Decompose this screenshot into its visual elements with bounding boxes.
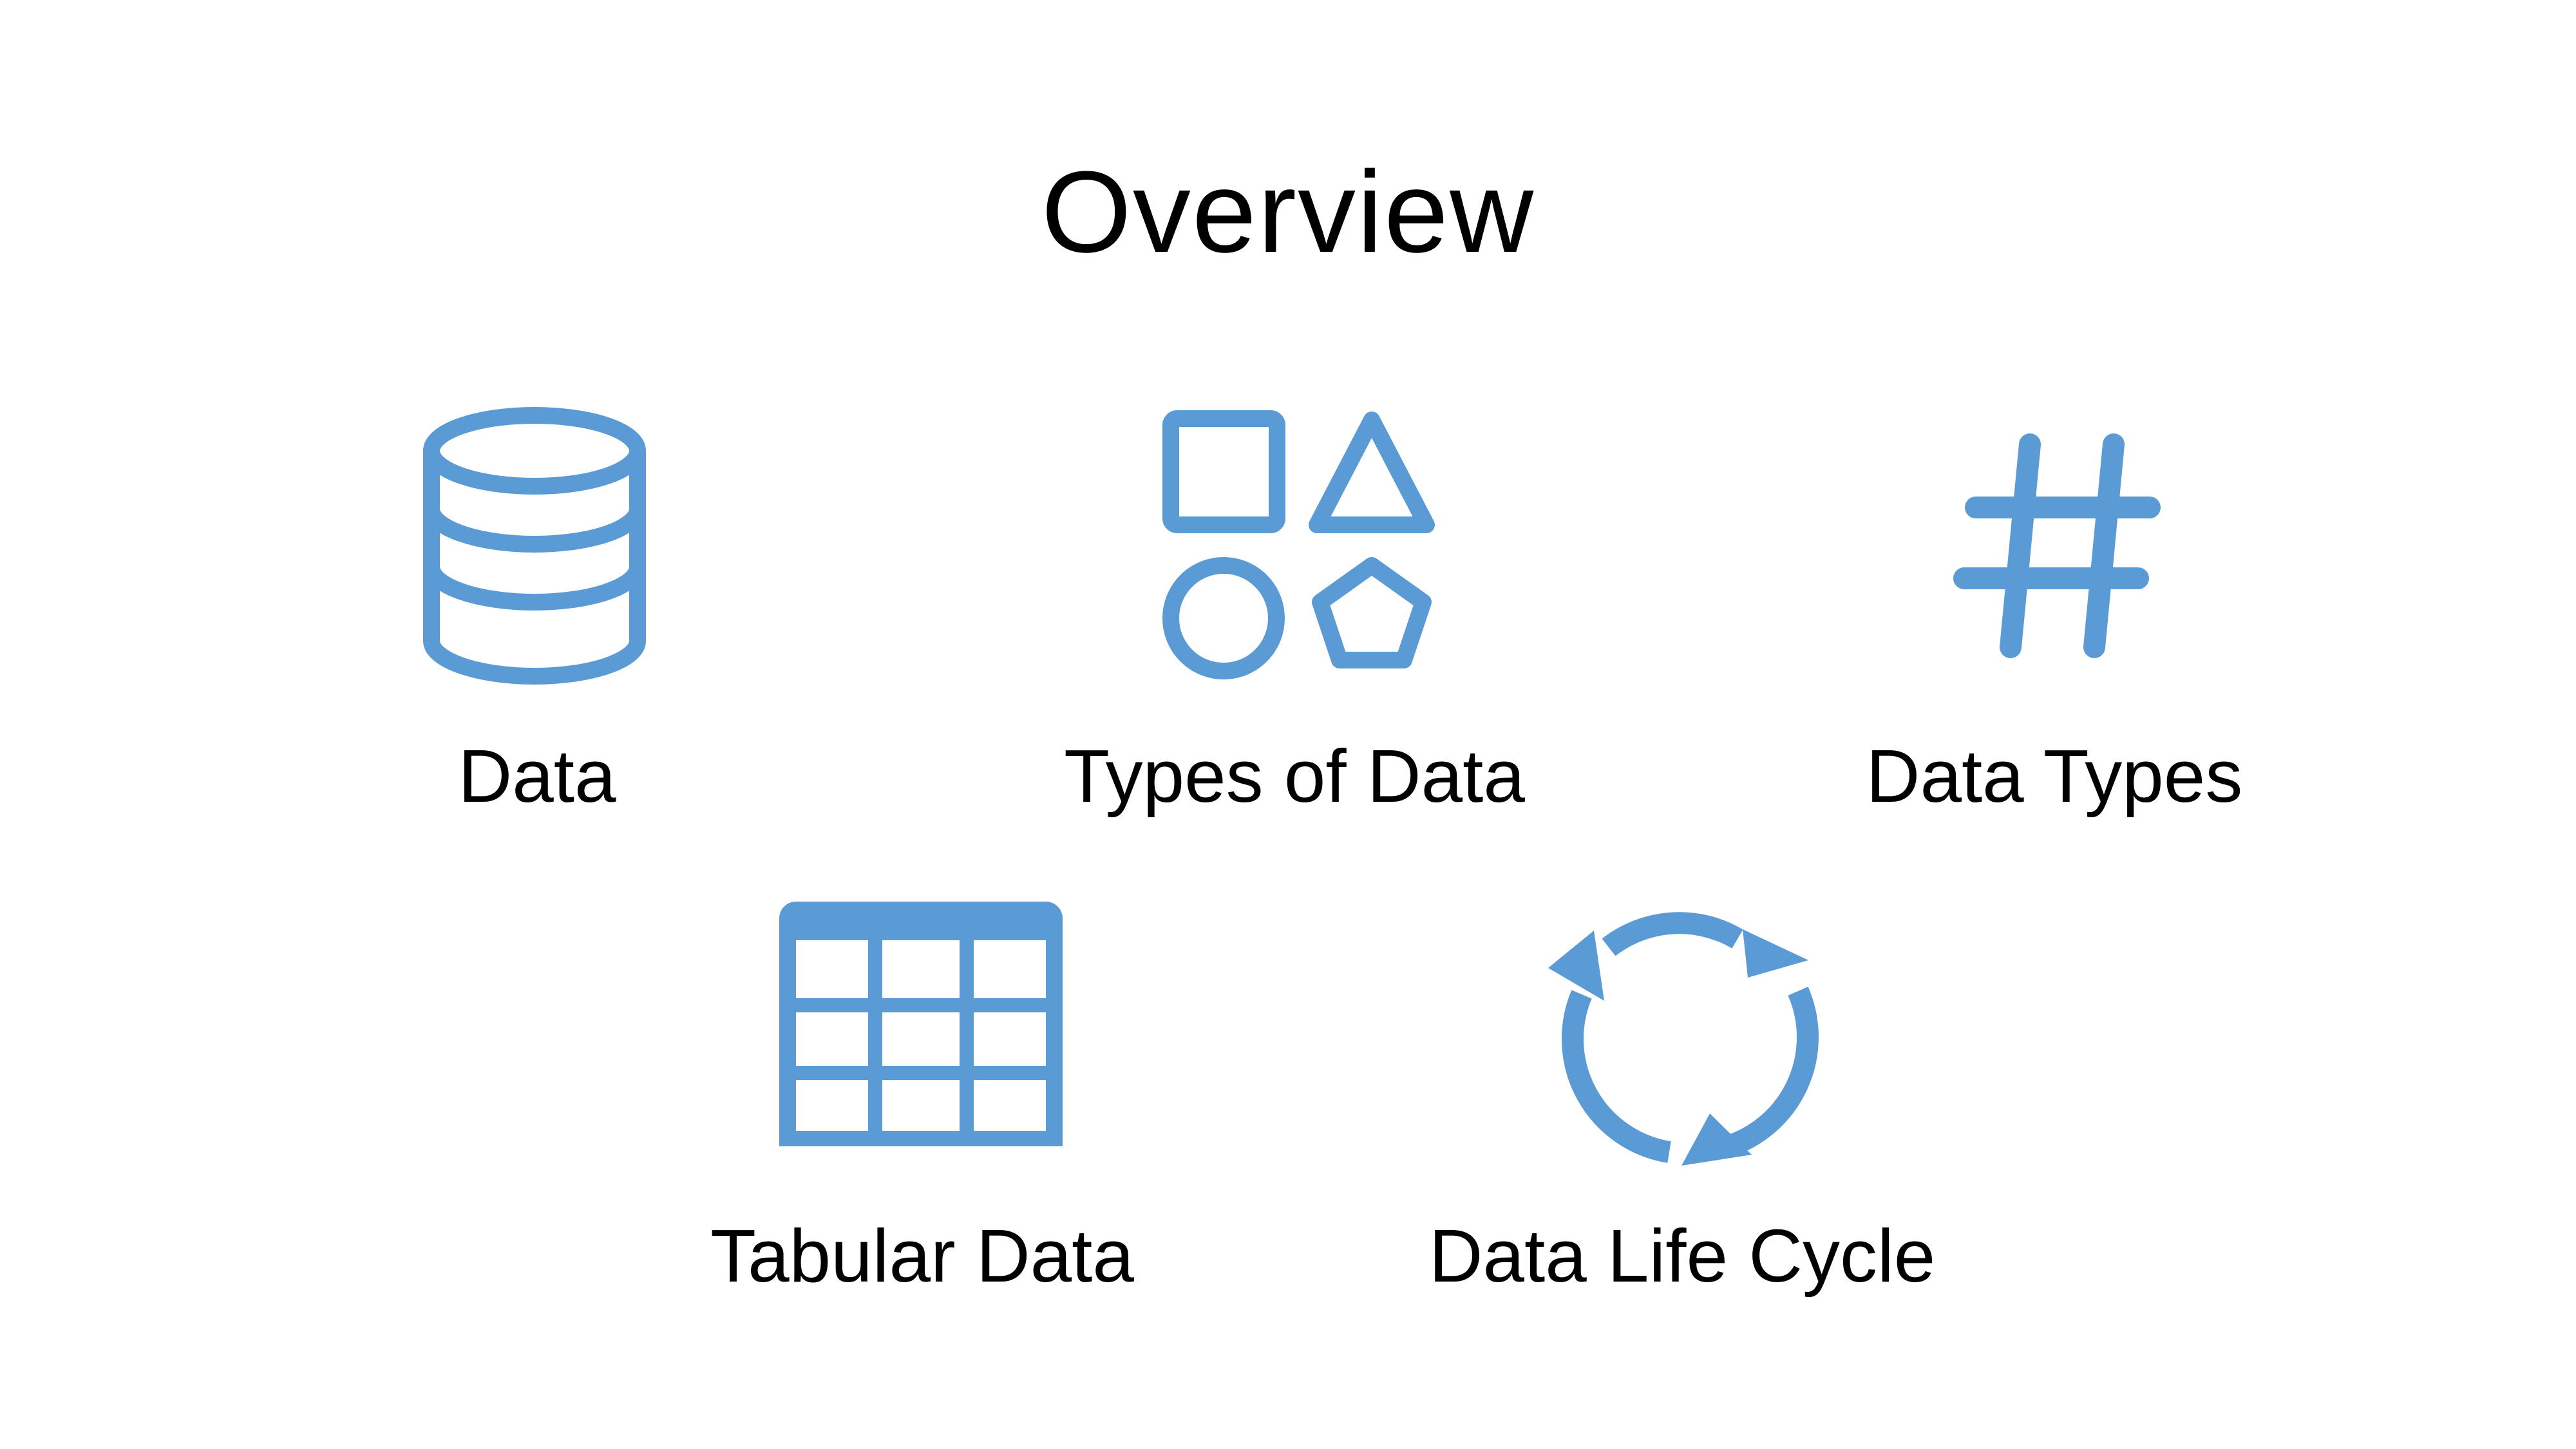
shapes-icon bbox=[1162, 410, 1435, 679]
table-icon bbox=[779, 902, 1063, 1146]
hashtag-icon bbox=[1953, 433, 2161, 658]
cycle-arrows-icon bbox=[1548, 912, 1819, 1166]
item-label-tabular-data: Tabular Data bbox=[710, 1214, 1134, 1298]
database-icon bbox=[423, 407, 646, 685]
item-label-types-of-data: Types of Data bbox=[1064, 734, 1525, 818]
item-label-data: Data bbox=[458, 734, 616, 818]
item-label-data-types: Data Types bbox=[1866, 734, 2243, 818]
item-label-data-life-cycle: Data Life Cycle bbox=[1428, 1214, 1936, 1298]
slide-title: Overview bbox=[1041, 147, 1535, 277]
